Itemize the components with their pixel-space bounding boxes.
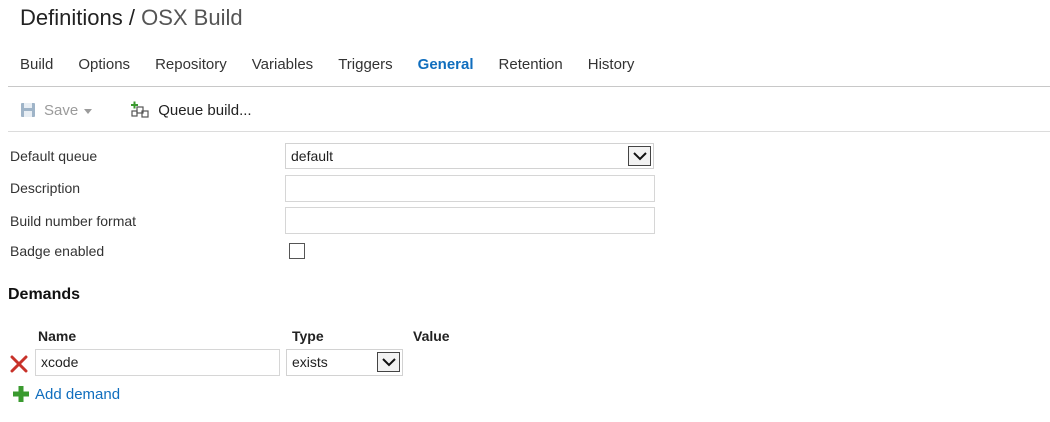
- queue-build-button[interactable]: Queue build...: [130, 101, 252, 119]
- tab-options[interactable]: Options: [78, 56, 130, 73]
- demands-title: Demands: [8, 286, 81, 303]
- breadcrumb-separator: /: [128, 5, 135, 30]
- default-queue-value: default: [291, 148, 334, 164]
- tab-build[interactable]: Build: [20, 56, 53, 73]
- default-queue-label: Default queue: [10, 148, 98, 164]
- floppy-disk-icon: [21, 103, 35, 117]
- tab-general[interactable]: General: [418, 56, 474, 73]
- plus-icon: [13, 386, 29, 402]
- toolbar: Save Queue build...: [20, 101, 252, 119]
- default-queue-select[interactable]: default: [285, 143, 654, 169]
- description-input[interactable]: [285, 175, 655, 202]
- tab-divider: [8, 86, 1050, 87]
- demand-type-value: exists: [292, 354, 328, 370]
- badge-enabled-label: Badge enabled: [10, 243, 105, 259]
- build-number-format-label: Build number format: [10, 213, 137, 229]
- breadcrumb-current: OSX Build: [141, 5, 243, 30]
- delete-x-icon[interactable]: [10, 355, 28, 373]
- page-title: Definitions / OSX Build: [20, 5, 243, 31]
- tab-repository[interactable]: Repository: [155, 56, 227, 73]
- save-label: Save: [44, 101, 79, 119]
- column-header-value: Value: [413, 328, 450, 344]
- demand-name-input[interactable]: xcode: [35, 349, 280, 376]
- toolbar-divider: [8, 131, 1050, 132]
- tab-variables[interactable]: Variables: [252, 56, 313, 73]
- tab-triggers[interactable]: Triggers: [338, 56, 392, 73]
- queue-build-label: Queue build...: [158, 101, 252, 119]
- column-header-type: Type: [292, 328, 324, 344]
- queue-build-icon: [131, 101, 149, 118]
- chevron-down-icon: [628, 146, 651, 166]
- tab-history[interactable]: History: [588, 56, 635, 73]
- breadcrumb-root[interactable]: Definitions: [20, 5, 123, 30]
- badge-enabled-checkbox[interactable]: [289, 243, 305, 259]
- add-demand-label: Add demand: [35, 385, 121, 403]
- chevron-down-icon: [377, 352, 400, 372]
- chevron-down-icon[interactable]: [84, 108, 93, 114]
- definition-tabs: Build Options Repository Variables Trigg…: [20, 56, 659, 73]
- demand-type-select[interactable]: exists: [286, 349, 403, 376]
- column-header-name: Name: [38, 328, 77, 344]
- description-label: Description: [10, 180, 81, 196]
- save-button[interactable]: Save: [20, 101, 93, 119]
- tab-retention[interactable]: Retention: [499, 56, 563, 73]
- build-number-format-input[interactable]: [285, 207, 655, 234]
- add-demand-button[interactable]: Add demand: [12, 385, 120, 403]
